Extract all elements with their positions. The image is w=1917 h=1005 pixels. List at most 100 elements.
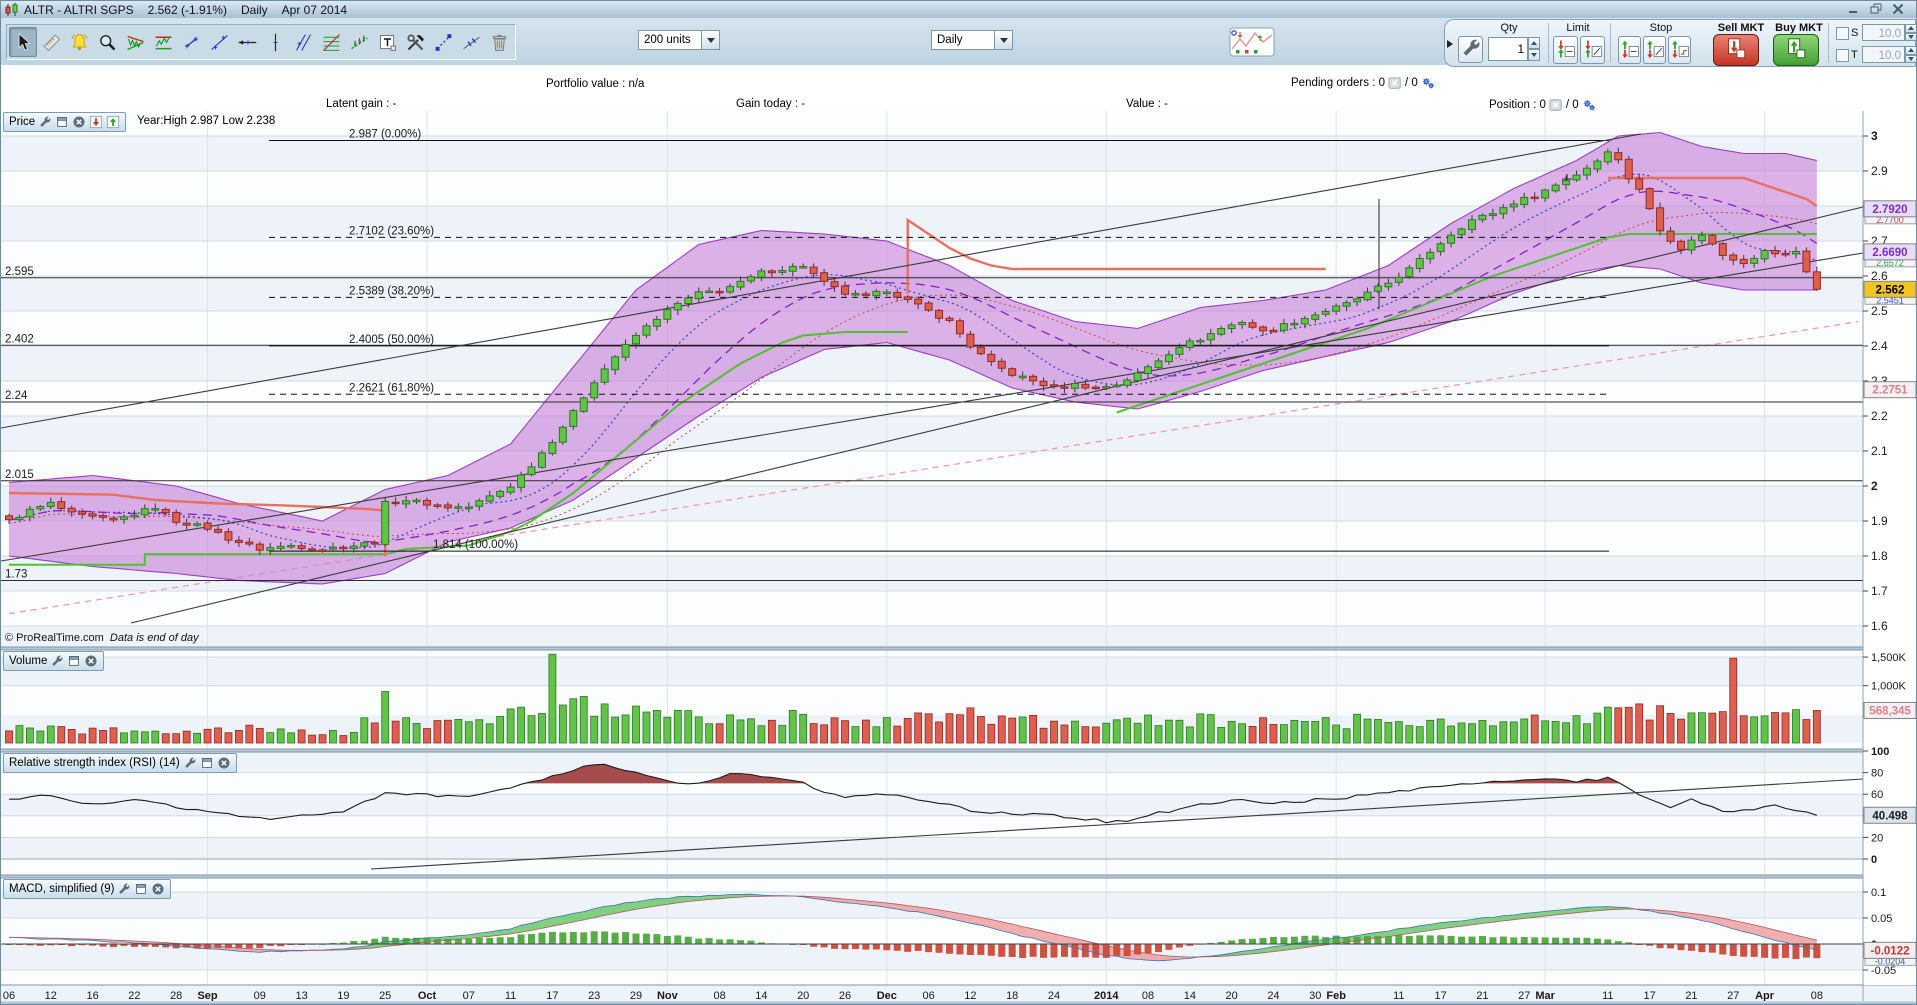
stop-loss-value-input[interactable] [1862, 24, 1905, 41]
channel-tool[interactable] [149, 27, 177, 57]
chart-canvas[interactable]: 2.5952.4022.242.0151.732.987 (0.00%)2.71… [1, 111, 1917, 1005]
regression-tool[interactable] [345, 27, 373, 57]
stop-order-button-3[interactable] [1668, 36, 1691, 64]
ruler-tool[interactable] [37, 27, 65, 57]
detach-window-icon[interactable] [67, 654, 81, 668]
gain-today: Gain today : - [736, 98, 805, 110]
chart-workarea: 2.5952.4022.242.0151.732.987 (0.00%)2.71… [1, 111, 1917, 1005]
qty-input[interactable] [1488, 37, 1528, 61]
prorealtime-window: ALTR - ALTRI SGPS 2.562 (-1.91%) Daily A… [0, 0, 1917, 1005]
stop-order-icon [1669, 38, 1691, 63]
close-panel-icon[interactable] [151, 882, 165, 896]
limit-order-icon [1555, 38, 1577, 63]
svg-text:0.1: 0.1 [1871, 887, 1886, 899]
svg-text:2.9: 2.9 [1871, 164, 1888, 178]
wrench-icon[interactable] [50, 654, 64, 668]
svg-text:100: 100 [1871, 746, 1889, 758]
latent-gain: Latent gain : - [326, 98, 396, 110]
trailing-stop-value-input[interactable] [1862, 46, 1905, 63]
close-panel-icon[interactable] [72, 115, 86, 129]
units-select-value: 200 units [639, 34, 701, 46]
svg-text:2.24: 2.24 [5, 390, 28, 402]
svg-text:1,500K: 1,500K [1871, 652, 1907, 664]
close-panel-icon[interactable] [217, 756, 231, 770]
svg-text:2.2: 2.2 [1871, 409, 1888, 423]
buy-shortcut-icon[interactable] [106, 115, 120, 129]
account-info-row: Portfolio value : n/a Pending orders : 0… [1, 65, 1916, 111]
instrument-title: ALTR - ALTRI SGPS [24, 3, 134, 17]
timeframe-dropdown-button[interactable] [994, 31, 1012, 49]
sell-market-button[interactable] [1713, 34, 1759, 66]
fibonacci-tool[interactable] [317, 27, 345, 57]
svg-text:2.1: 2.1 [1871, 444, 1888, 458]
svg-text:1.73: 1.73 [5, 569, 27, 581]
chevron-down-icon [1000, 38, 1008, 43]
measure-tool[interactable] [429, 27, 457, 57]
collapse-panel-arrow-icon[interactable] [1447, 40, 1453, 48]
limit-label: Limit [1548, 22, 1608, 34]
svg-text:40.498: 40.498 [1872, 810, 1908, 822]
stop-loss-checkbox[interactable] [1836, 27, 1849, 40]
stop-loss-stepper[interactable] [1905, 24, 1917, 41]
stop-order-button-2[interactable] [1643, 36, 1666, 64]
qty-stepper[interactable] [1528, 37, 1540, 61]
trailing-stop-stepper[interactable] [1905, 46, 1917, 63]
svg-text:-0.05: -0.05 [1871, 965, 1896, 977]
stop-label: Stop [1630, 22, 1692, 34]
svg-text:2.6690: 2.6690 [1872, 247, 1907, 259]
alert-tool[interactable] [65, 27, 93, 57]
position-suffix: / 0 [1566, 99, 1579, 111]
timeframe-select[interactable]: Daily [931, 30, 1013, 50]
parallel-lines-tool[interactable] [289, 27, 317, 57]
svg-text:2.4005 (50.00%): 2.4005 (50.00%) [349, 334, 434, 346]
close-panel-icon[interactable] [84, 654, 98, 668]
wrench-icon[interactable] [38, 115, 52, 129]
drawing-tools-group [6, 24, 516, 60]
svg-text:2: 2 [1871, 479, 1878, 493]
last-price-change: 2.562 (-1.91%) [148, 3, 227, 17]
order-settings-button[interactable] [1458, 36, 1483, 63]
buy-limit-order-button[interactable] [1553, 36, 1578, 64]
cursor-tool[interactable] [9, 27, 37, 57]
units-dropdown-button[interactable] [701, 31, 719, 49]
qty-label: Qty [1469, 22, 1549, 34]
wrench-icon[interactable] [117, 882, 131, 896]
close-position-icon[interactable] [1549, 98, 1563, 112]
detach-window-icon[interactable] [200, 756, 214, 770]
zoom-tool[interactable] [93, 27, 121, 57]
trailing-stop-checkbox[interactable] [1836, 49, 1849, 62]
position-settings-gears-icon[interactable] [1582, 98, 1596, 112]
horizontal-line-tool[interactable] [233, 27, 261, 57]
portfolio-value: Portfolio value : n/a [546, 78, 644, 90]
svg-text:2.5389 (38.20%): 2.5389 (38.20%) [349, 285, 434, 297]
orders-settings-gears-icon[interactable] [1421, 76, 1435, 90]
angle-tool[interactable] [457, 27, 485, 57]
settings-tool[interactable] [401, 27, 429, 57]
close-button[interactable] [1890, 1, 1912, 17]
vertical-line-tool[interactable] [261, 27, 289, 57]
restore-button[interactable] [1868, 1, 1890, 17]
cancel-orders-icon[interactable] [1388, 76, 1402, 90]
chart-style-button[interactable] [1229, 27, 1275, 57]
detach-window-icon[interactable] [55, 115, 69, 129]
chart-style-icon [1229, 45, 1275, 60]
sell-shortcut-icon[interactable] [89, 115, 103, 129]
delete-tool[interactable] [485, 27, 513, 57]
limit-order-icon [1582, 38, 1604, 63]
units-select[interactable]: 200 units [638, 30, 720, 50]
sell-limit-order-button[interactable] [1580, 36, 1605, 64]
svg-text:1.814 (100.00%): 1.814 (100.00%) [433, 539, 518, 551]
text-tool[interactable] [373, 27, 401, 57]
pattern-tool[interactable] [121, 27, 149, 57]
detach-window-icon[interactable] [134, 882, 148, 896]
svg-text:0: 0 [1871, 854, 1877, 866]
minimize-button[interactable] [1846, 1, 1868, 17]
buy-market-button[interactable] [1773, 34, 1819, 66]
wrench-icon[interactable] [183, 756, 197, 770]
stop-order-button-1[interactable] [1618, 36, 1641, 64]
trend-line-tool[interactable] [205, 27, 233, 57]
svg-text:20: 20 [1871, 832, 1883, 844]
year-high-low: Year:High 2.987 Low 2.238 [137, 115, 275, 127]
pending-orders-group: Pending orders : 0 / 0 [1291, 76, 1435, 90]
segment-tool[interactable] [177, 27, 205, 57]
